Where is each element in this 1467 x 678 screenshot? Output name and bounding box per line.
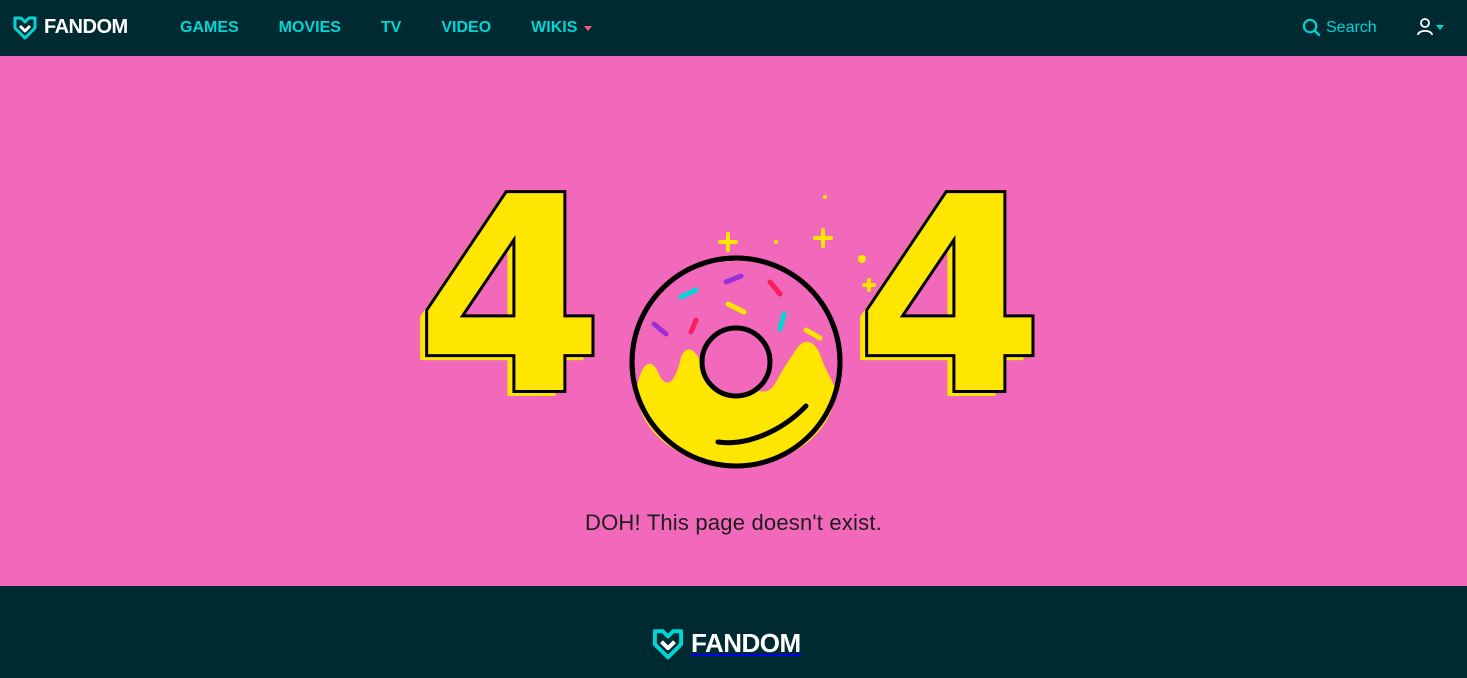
search-label: Search [1326, 18, 1377, 36]
footer: FANDOM [0, 586, 1467, 678]
user-icon [1417, 18, 1433, 36]
chevron-down-icon [1436, 24, 1444, 30]
top-navigation-bar: FANDOM GAMES MOVIES TV VIDEO WIKIS Searc… [0, 0, 1467, 56]
digit-text: 4 [416, 184, 604, 454]
nav-wikis[interactable]: WIKIS [531, 19, 593, 37]
nav-games[interactable]: GAMES [180, 19, 239, 37]
logo-text: FANDOM [44, 15, 128, 38]
nav-wikis-label: WIKIS [531, 19, 578, 36]
error-message: DOH! This page doesn't exist. [585, 510, 882, 535]
digit-4-right: 4 4 [848, 184, 1047, 460]
digit-text: 4 [856, 184, 1044, 454]
fandom-heart-icon [652, 629, 684, 660]
nav-tv[interactable]: TV [381, 19, 401, 37]
footer-fandom-logo[interactable]: FANDOM [651, 626, 801, 660]
fandom-heart-icon [13, 16, 37, 40]
nav-video-label: VIDEO [441, 19, 492, 36]
error-page-main: 4 4 4 4 DOH! This page doesn't exist. [0, 56, 1467, 586]
nav-tv-label: TV [380, 19, 402, 36]
nav-movies[interactable]: MOVIES [279, 19, 341, 37]
error-404-illustration: 4 4 4 4 [412, 184, 1047, 469]
main-nav: GAMES MOVIES TV VIDEO WIKIS [180, 0, 632, 56]
digit-4-left: 4 4 [412, 184, 607, 460]
footer-logo-text: FANDOM [691, 627, 801, 658]
nav-games-label: GAMES [180, 19, 239, 36]
search-icon [1302, 18, 1321, 37]
nav-movies-label: MOVIES [278, 19, 341, 36]
donut-icon [629, 255, 843, 469]
nav-video[interactable]: VIDEO [441, 19, 491, 37]
search-button[interactable]: Search [1302, 18, 1377, 37]
fandom-logo[interactable]: FANDOM [12, 14, 128, 40]
chevron-down-icon [584, 26, 593, 31]
user-menu-button[interactable] [1416, 17, 1444, 37]
